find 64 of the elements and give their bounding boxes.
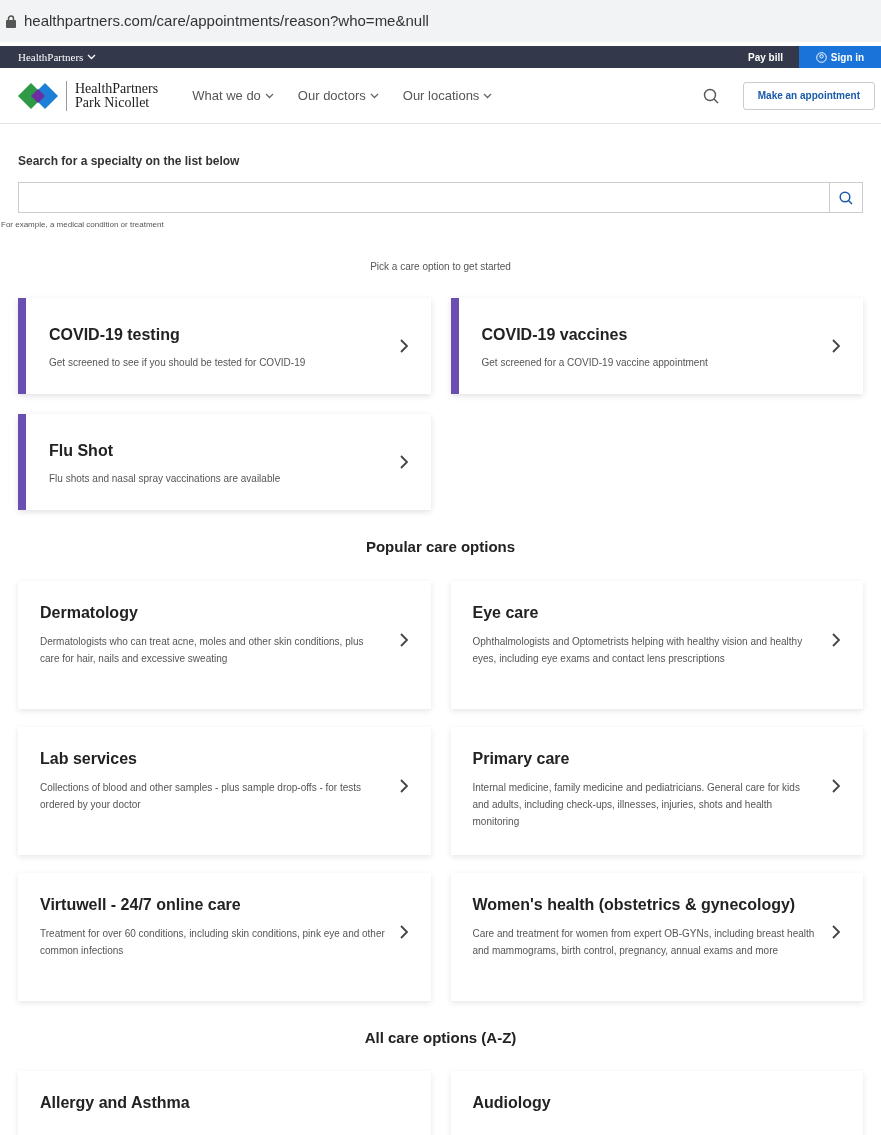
care-option-card[interactable]: Audiology [450, 1071, 863, 1135]
card-description: Get screened for a COVID-19 vaccine appointment [481, 355, 709, 370]
card-description: Internal medicine, family medicine and pediatricians. General care for kids and adults, including check-ups, illnesses, injuries, shots and health monitoring [472, 780, 801, 829]
chevron-right-icon [832, 632, 841, 647]
search-icon[interactable] [702, 87, 719, 104]
intro-text: Pick a care option to get started [369, 260, 512, 274]
chevron-right-icon [399, 455, 409, 469]
care-option-card[interactable]: Lab services Collections of blood and other samples - plus sample drop-offs - for tests ordered by your doctor [18, 726, 431, 855]
search-field[interactable] [18, 182, 863, 213]
card-description: Dermatologists who can treat acne, moles and other skin conditions, plus care for hair, nails and excessive sweating [40, 634, 365, 666]
care-option-card[interactable]: COVID-19 vaccines Get screened for a COVID-19 vaccine appointment [450, 298, 863, 394]
care-option-card[interactable]: Primary care Internal medicine, family medicine and pediatricians. General care for kids and adults, including check-ups, illnesses, injuries, shots and health monitoring [450, 726, 863, 855]
card-description: Treatment for over 60 conditions, including skin conditions, pink eye and other common infections [40, 926, 386, 958]
caret-down-icon [87, 54, 97, 60]
card-description: Care and treatment for women from expert OB-GYNs, including breast health and mammograms, birth control, pregnancy, annual exams and more [472, 926, 816, 958]
logo-text: HealthPartners [75, 81, 159, 96]
care-option-card[interactable]: Flu Shot Flu shots and nasal spray vaccinations are available [18, 414, 431, 510]
lock-icon [6, 14, 16, 28]
chevron-right-icon [399, 339, 409, 353]
chevron-right-icon [832, 778, 841, 793]
logo-text: Park Nicollet [75, 95, 151, 110]
nav-menu-item[interactable]: Our doctors [297, 85, 379, 106]
care-option-card[interactable]: Women's health (obstetrics & gynecology) Care and treatment for women from expert OB-GYNs, including breast health and mammograms, birth control, pregnancy, annual exams and more [450, 872, 863, 1001]
care-option-card[interactable]: COVID-19 testing Get screened to see if you should be tested for COVID-19 [18, 298, 431, 394]
card-title: Virtuwell - 24/7 online care [40, 894, 242, 915]
card-title: Primary care [472, 748, 571, 769]
caret-down-icon [369, 92, 379, 99]
brand-menu[interactable]: HealthPartners [18, 48, 97, 66]
sign-in-button[interactable]: Sign in [799, 46, 881, 68]
card-description: Flu shots and nasal spray vaccinations are available [49, 471, 282, 486]
section-heading: Popular care options [364, 537, 517, 557]
pay-bill-link[interactable]: Pay bill [732, 49, 799, 65]
chevron-right-icon [399, 632, 409, 647]
care-option-card[interactable]: Eye care Ophthalmologists and Optometrists helping with healthy vision and healthy eyes, including eye exams and contact lens prescriptions [450, 580, 863, 709]
chevron-right-icon [399, 924, 409, 939]
section-heading: All care options (A-Z) [363, 1027, 518, 1048]
caret-down-icon [483, 92, 493, 99]
card-title: Dermatology [40, 602, 139, 623]
card-title: Women's health (obstetrics & gynecology) [472, 894, 797, 915]
card-description: Collections of blood and other samples - plus sample drop-offs - for tests ordered by your doctor [40, 780, 363, 812]
chevron-right-icon [832, 924, 841, 939]
card-title: COVID-19 vaccines [481, 324, 629, 345]
care-option-card[interactable]: Dermatology Dermatologists who can treat acne, moles and other skin conditions, plus care for hair, nails and excessive sweating [18, 580, 431, 709]
card-title: Lab services [40, 748, 138, 769]
card-title: Eye care [472, 602, 540, 623]
chevron-right-icon [832, 339, 841, 353]
card-description: Get screened to see if you should be tested for COVID-19 [49, 355, 307, 370]
nav-menu-item[interactable]: Our locations [402, 85, 493, 106]
card-title: Allergy and Asthma [40, 1093, 191, 1113]
card-title: Flu Shot [49, 440, 114, 461]
make-appointment-button[interactable]: Make an appointment [742, 81, 875, 110]
chevron-right-icon [399, 778, 409, 793]
user-icon [815, 51, 827, 63]
search-hint: For example, a medical condition or treatment [1, 219, 165, 231]
card-description: Ophthalmologists and Optometrists helping with healthy vision and healthy eyes, including eye exams and contact lens prescriptions [472, 634, 804, 666]
logo-icon [18, 82, 58, 109]
care-option-card[interactable]: Virtuwell - 24/7 online care Treatment for over 60 conditions, including skin conditions, pink eye and other common infections [18, 872, 431, 1001]
nav-menu-item[interactable]: What we do [192, 85, 274, 106]
card-title: COVID-19 testing [49, 324, 181, 345]
care-option-card[interactable]: Allergy and Asthma [18, 1071, 431, 1135]
search-icon[interactable] [839, 190, 853, 205]
caret-down-icon [264, 92, 274, 99]
search-label: Search for a specialty on the list below [18, 153, 241, 170]
card-title: Audiology [472, 1093, 552, 1113]
